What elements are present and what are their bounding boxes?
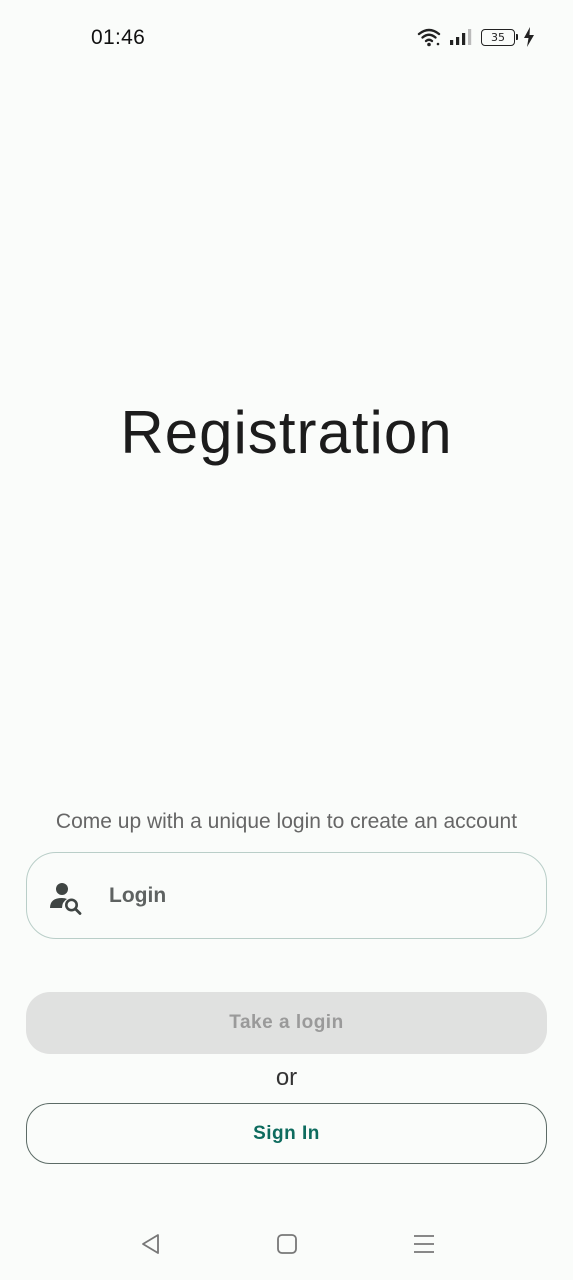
take-login-button[interactable]: Take a login <box>26 992 547 1054</box>
charging-icon <box>524 27 534 47</box>
status-icons: 35 <box>417 26 535 48</box>
battery-level: 35 <box>491 30 505 44</box>
status-bar: 01:46 35 <box>0 0 573 74</box>
or-divider-text: or <box>275 1064 298 1091</box>
user-search-icon <box>50 883 82 915</box>
home-icon[interactable] <box>274 1231 300 1257</box>
back-icon[interactable] <box>138 1231 164 1257</box>
login-field[interactable] <box>26 852 547 939</box>
helper-text: Come up with a unique login to create an… <box>55 810 518 833</box>
sign-in-button[interactable]: Sign In <box>26 1103 547 1164</box>
signal-icon <box>450 29 472 45</box>
menu-icon[interactable] <box>411 1231 437 1257</box>
battery-icon: 35 <box>481 28 518 46</box>
wifi-icon <box>417 28 441 47</box>
status-time: 01:46 <box>91 26 146 49</box>
system-nav-bar <box>0 1215 573 1275</box>
login-input[interactable] <box>109 853 529 938</box>
page-title: Registration <box>120 399 453 466</box>
registration-screen: 01:46 35 Registration Come up with a uni… <box>0 0 573 1280</box>
